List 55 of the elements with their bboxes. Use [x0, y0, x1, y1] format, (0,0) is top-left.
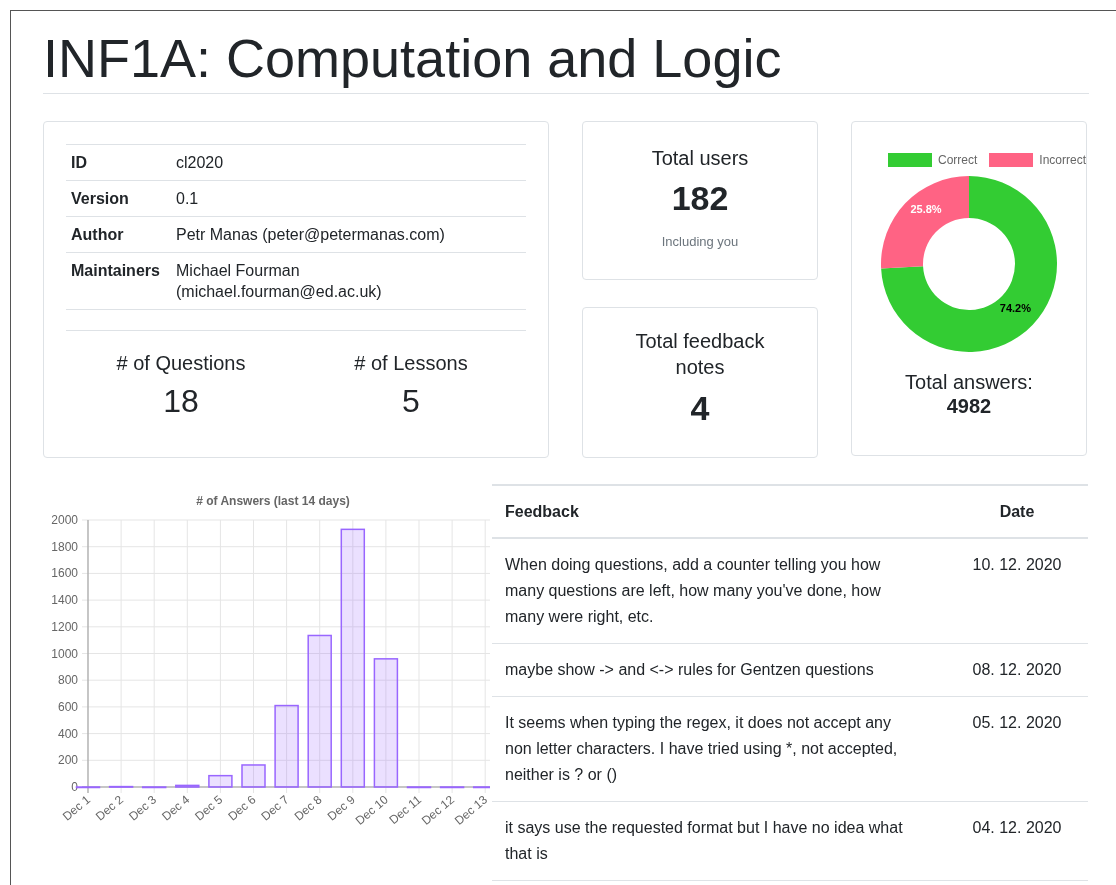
row-value: 0.1: [175, 189, 200, 209]
stat-label: # of Questions: [116, 351, 246, 376]
row-label: Version: [70, 189, 130, 209]
axis-label: 1200: [51, 619, 78, 634]
row-value: Petr Manas (peter@petermanas.com): [175, 225, 446, 245]
table-cell-text: 10. 12. 2020: [971, 555, 1063, 575]
card-value: 182: [671, 178, 729, 219]
axis-label: Dec 1: [59, 792, 93, 824]
page-title: INF1A: Computation and Logic: [43, 27, 783, 90]
axis-label: Dec 4: [159, 792, 193, 824]
card-title: Total feedback notes: [634, 329, 766, 380]
axis-label: 1000: [51, 646, 78, 661]
axis-label: Dec 2: [93, 792, 127, 824]
card-title: Total answers:: [905, 370, 1033, 394]
row-value: cl2020: [175, 153, 225, 173]
card-title: Total users: [651, 146, 749, 171]
slice-label: 25.8%: [910, 202, 942, 215]
axis-label: 400: [57, 726, 78, 741]
axis-label: Dec 5: [192, 792, 226, 824]
card-value: 4982: [946, 394, 992, 418]
table-cell-text: it says use the requested format but I have no idea what that is: [504, 818, 904, 864]
row-value: Michael Fourman (michael.fourman@ed.ac.uk): [175, 261, 383, 302]
table-cell-text: 05. 12. 2020: [971, 713, 1063, 733]
axis-label: Dec 3: [126, 792, 160, 824]
table-cell-text: 08. 12. 2020: [971, 660, 1063, 680]
axis-label: 1800: [51, 539, 78, 554]
row-label: Author: [70, 225, 125, 245]
stat-label: # of Lessons: [354, 351, 468, 376]
axis-label: 1400: [51, 593, 78, 608]
axis-label: 600: [57, 699, 78, 714]
slice-label: 74.2%: [999, 302, 1031, 315]
card-value: 4: [690, 388, 710, 429]
legend-label: Correct: [938, 152, 978, 168]
axis-label: Dec 7: [258, 792, 292, 824]
axis-label: 0: [71, 780, 78, 794]
axis-label: Dec 13: [452, 792, 490, 828]
table-cell-text: It seems when typing the regex, it does not accept any non letter characters. I have tried using *, not accepted, neither is ? or (): [504, 713, 899, 785]
card-note: Including you: [661, 233, 739, 251]
row-label: Maintainers: [70, 261, 161, 281]
stat-value: 18: [163, 382, 199, 421]
axis-label: Dec 8: [291, 792, 325, 824]
legend-label: Incorrect: [1039, 152, 1087, 168]
axis-label: Dec 6: [225, 792, 259, 824]
column-header: Date: [998, 501, 1036, 522]
axis-label: 800: [57, 673, 78, 688]
chart-title: # of Answers (last 14 days): [196, 494, 350, 508]
column-header: Feedback: [504, 501, 580, 522]
table-cell-text: maybe show -> and <-> rules for Gentzen questions: [504, 660, 875, 680]
table-cell-text: When doing questions, add a counter telling you how many questions are left, how many you've done, how many were right, etc.: [504, 555, 882, 627]
axis-label: 2000: [51, 513, 78, 527]
axis-label: 1600: [51, 566, 78, 581]
row-label: ID: [70, 153, 88, 173]
axis-label: 200: [57, 753, 78, 768]
table-cell-text: 04. 12. 2020: [971, 818, 1063, 838]
stat-value: 5: [402, 382, 420, 421]
